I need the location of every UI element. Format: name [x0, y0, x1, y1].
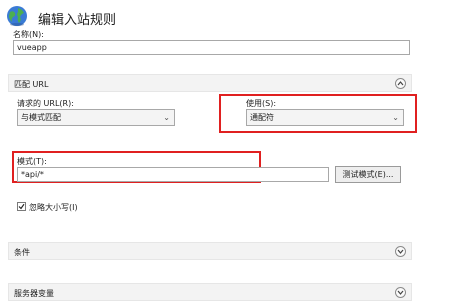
requested-url-select[interactable]: 与模式匹配 ⌄: [17, 109, 175, 126]
using-label: 使用(S):: [246, 99, 277, 108]
using-value: 通配符: [250, 113, 274, 122]
match-url-section-header[interactable]: 匹配 URL: [8, 74, 412, 92]
ignore-case-checkbox[interactable]: [17, 202, 26, 211]
server-variables-section-header[interactable]: 服务器变量: [8, 283, 412, 301]
server-variables-header-label: 服务器变量: [14, 289, 54, 298]
test-pattern-button[interactable]: 测试模式(E)...: [335, 166, 401, 183]
name-input[interactable]: vueapp: [13, 40, 410, 55]
pattern-label: 模式(T):: [17, 157, 47, 166]
requested-url-value: 与模式匹配: [21, 113, 61, 122]
name-label: 名称(N):: [13, 30, 44, 39]
pattern-input[interactable]: *api/*: [17, 167, 329, 182]
requested-url-label: 请求的 URL(R):: [17, 99, 74, 108]
ignore-case-label: 忽略大小写(I): [29, 203, 78, 212]
expand-icon[interactable]: [395, 246, 406, 257]
collapse-icon[interactable]: [395, 78, 406, 89]
chevron-down-icon: ⌄: [392, 113, 399, 122]
globe-icon: [6, 5, 28, 27]
conditions-header-label: 条件: [14, 248, 30, 257]
checkmark-icon: [18, 203, 25, 210]
using-select[interactable]: 通配符 ⌄: [246, 109, 404, 126]
expand-icon[interactable]: [395, 287, 406, 298]
chevron-down-icon: ⌄: [163, 113, 170, 122]
conditions-section-header[interactable]: 条件: [8, 242, 412, 260]
match-url-header-label: 匹配 URL: [14, 80, 49, 89]
page-title: 编辑入站规则: [38, 13, 117, 28]
